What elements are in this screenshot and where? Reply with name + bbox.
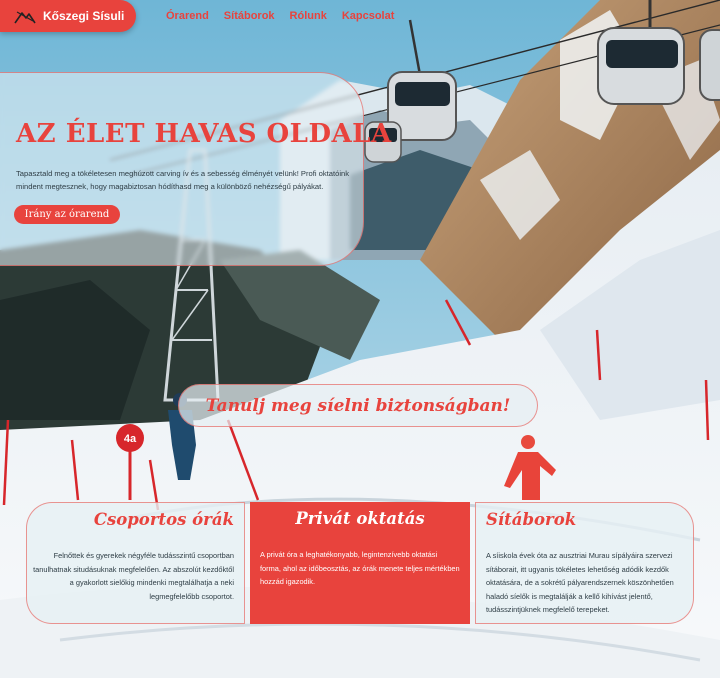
card-title: Sítáborok [486,510,577,529]
card-ski-camps: Sítáborok A síiskola évek óta az ausztri… [475,502,694,624]
card-text: A privát óra a leghatékonyabb, legintenz… [260,550,460,587]
hero-title: AZ ÉLET HAVAS OLDALA [16,119,392,149]
tagline-text: Tanulj meg síelni biztonságban! [205,395,511,416]
card-private-lessons: Privát oktatás A privát óra a leghatékon… [250,502,470,624]
piste-sign-label: 4a [124,433,137,445]
mountain-logo-icon [14,11,36,24]
nav-link-orarend[interactable]: Órarend [166,10,209,22]
card-title: Csoportos órák [93,510,234,529]
card-text: A síiskola évek óta az ausztriai Murau s… [486,551,674,615]
card-text: Felnőttek és gyerekek négyféle tudásszin… [33,551,234,601]
schedule-cta-button[interactable]: Irány az órarend [14,205,120,224]
card-group-lessons: Csoportos órák Felnőttek és gyerekek nég… [26,502,245,624]
card-title: Privát oktatás [295,509,425,528]
nav-link-kapcsolat[interactable]: Kapcsolat [342,10,395,22]
hero-panel: AZ ÉLET HAVAS OLDALA Tapasztald meg a tö… [0,72,391,266]
tagline-banner: Tanulj meg síelni biztonságban! [178,384,538,427]
nav-link-rolunk[interactable]: Rólunk [290,10,327,22]
hero-text: Tapasztald meg a tökéletesen meghúzott c… [16,169,350,191]
nav-link-sitaborok[interactable]: Sítáborok [224,10,275,22]
main-nav: Órarend Sítáborok Rólunk Kapcsolat [166,10,394,22]
brand-name: Kőszegi Sísuli [43,9,125,23]
logo-pill[interactable]: Kőszegi Sísuli [0,0,136,32]
gondola-edge [699,29,720,101]
